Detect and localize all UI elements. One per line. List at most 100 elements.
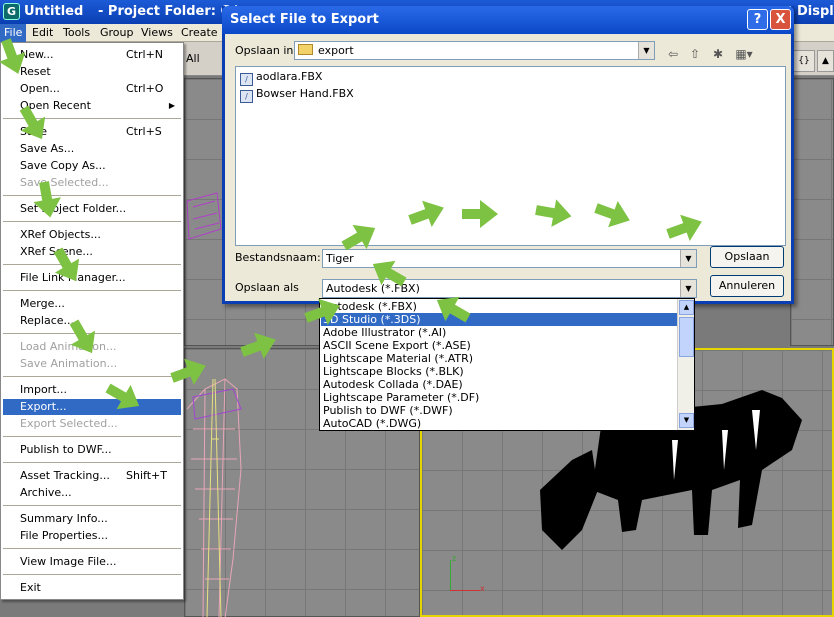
file-type-option[interactable]: Publish to DWF (*.DWF) [321, 404, 678, 417]
filename-input[interactable]: Tiger ▼ [322, 249, 697, 268]
menu-item-save-copy-as[interactable]: Save Copy As... [3, 158, 181, 174]
chevron-down-icon[interactable]: ▼ [638, 42, 654, 59]
menu-file[interactable]: File [0, 24, 27, 42]
scroll-thumb[interactable] [679, 317, 694, 357]
file-type-dropdown: Autodesk (*.FBX) 3D Studio (*.3DS) Adobe… [319, 298, 695, 431]
menu-views[interactable]: Views [141, 26, 173, 39]
menu-item-xref-objects[interactable]: XRef Objects... [3, 227, 181, 243]
menu-group[interactable]: Group [100, 26, 134, 39]
menu-item-summary-info[interactable]: Summary Info... [3, 511, 181, 527]
app-window: G Untitled - Project Folder: C:\ Displa … [0, 0, 834, 617]
menu-separator [3, 333, 181, 334]
menu-separator [3, 574, 181, 575]
menu-item-export[interactable]: Export... [3, 399, 181, 415]
app-title-project: - Project Folder: C:\ [98, 4, 240, 19]
filename-label: Bestandsnaam: [235, 251, 321, 264]
menu-item-save-as[interactable]: Save As... [3, 141, 181, 157]
menu-item-open-recent[interactable]: Open Recent ▶ [3, 98, 181, 114]
menu-separator [3, 118, 181, 119]
chevron-down-icon[interactable]: ▼ [680, 280, 696, 297]
menu-item-archive[interactable]: Archive... [3, 485, 181, 501]
menu-item-load-animation: Load Animation... [20, 340, 117, 353]
file-type-option[interactable]: Adobe Illustrator (*.AI) [321, 326, 678, 339]
menu-separator [3, 221, 181, 222]
menu-item-set-project-folder[interactable]: Set Project Folder... [3, 201, 181, 217]
menu-item-view-image-file[interactable]: View Image File... [3, 554, 181, 570]
up-folder-icon[interactable]: ⇧ [685, 46, 705, 62]
back-icon[interactable]: ⇦ [663, 46, 683, 62]
file-list: / aodlara.FBX / Bowser Hand.FBX [235, 66, 786, 246]
savetype-label: Opslaan als [235, 281, 299, 294]
file-item[interactable]: / aodlara.FBX [240, 69, 322, 86]
dropdown-scrollbar[interactable]: ▲ ▼ [677, 299, 694, 430]
cancel-button[interactable]: Annuleren [710, 275, 784, 297]
menu-edit[interactable]: Edit [32, 26, 53, 39]
save-in-label: Opslaan in: [235, 44, 298, 57]
file-menu: New... Ctrl+N Reset Open... Ctrl+O Open Re… [0, 42, 184, 600]
menu-item-open[interactable]: Open... Ctrl+O [3, 81, 181, 97]
save-in-combo[interactable]: export ▼ [294, 41, 655, 60]
axis-x-line [450, 590, 480, 591]
selection-filter[interactable]: All [186, 52, 200, 65]
viewport-right[interactable] [790, 78, 834, 346]
menu-item-new[interactable]: New... Ctrl+N [3, 47, 181, 63]
menu-item-file-properties[interactable]: File Properties... [3, 528, 181, 544]
app-logo-icon[interactable]: G [3, 3, 20, 20]
file-type-option[interactable]: Lightscape Material (*.ATR) [321, 352, 678, 365]
new-folder-icon[interactable]: ✱ [708, 46, 728, 62]
file-type-option[interactable]: Lightscape Parameter (*.DF) [321, 391, 678, 404]
axis-z-label: z [452, 554, 457, 563]
save-in-value: export [318, 44, 354, 57]
fbx-file-icon: / [240, 73, 253, 86]
menu-item-save-animation: Save Animation... [20, 357, 118, 370]
file-type-option[interactable]: Autodesk Collada (*.DAE) [321, 378, 678, 391]
folder-icon [298, 44, 313, 55]
menu-item-asset-tracking[interactable]: Asset Tracking... Shift+T [3, 468, 181, 484]
menu-item-export-selected: Export Selected... [20, 417, 118, 430]
menu-item-publish-dwf[interactable]: Publish to DWF... [3, 442, 181, 458]
scroll-down-icon[interactable]: ▼ [679, 413, 694, 428]
abc-tool-icon[interactable]: {} [793, 50, 815, 72]
menu-item-replace[interactable]: Replace... [3, 313, 181, 329]
menu-item-file-link-manager[interactable]: File Link Manager... [3, 270, 181, 286]
menu-item-merge[interactable]: Merge... [3, 296, 181, 312]
help-button[interactable]: ? [747, 9, 768, 30]
menu-item-save[interactable]: Save Ctrl+S [3, 124, 181, 140]
menu-item-save-selected: Save Selected... [20, 176, 109, 189]
fbx-file-icon: / [240, 90, 253, 103]
chevron-down-icon[interactable]: ▼ [680, 250, 696, 267]
pointer-tool-icon[interactable]: ▲ [817, 50, 834, 72]
submenu-arrow-icon: ▶ [168, 101, 175, 110]
menu-tools[interactable]: Tools [63, 26, 90, 39]
menu-separator [3, 505, 181, 506]
menu-separator [3, 462, 181, 463]
menu-separator [3, 436, 181, 437]
menu-item-xref-scene[interactable]: XRef Scene... [3, 244, 181, 260]
menu-create[interactable]: Create [181, 26, 218, 39]
export-dialog: Select File to Export ? X Opslaan in: ex… [222, 6, 794, 304]
file-type-option[interactable]: Autodesk (*.FBX) [321, 300, 678, 313]
file-type-option[interactable]: AutoCAD (*.DWG) [321, 417, 678, 430]
dialog-title: Select File to Export [222, 6, 794, 34]
view-menu-icon[interactable]: ▦▾ [731, 46, 757, 62]
menu-item-import[interactable]: Import... [3, 382, 181, 398]
app-title-right: Displa [797, 4, 834, 19]
file-type-option[interactable]: ASCII Scene Export (*.ASE) [321, 339, 678, 352]
menu-separator [3, 195, 181, 196]
axis-y-line [450, 560, 451, 590]
menu-item-reset[interactable]: Reset [3, 64, 181, 80]
app-title-untitled: Untitled [24, 4, 84, 19]
menu-separator [3, 376, 181, 377]
file-item[interactable]: / Bowser Hand.FBX [240, 86, 354, 103]
scroll-up-icon[interactable]: ▲ [679, 300, 694, 315]
close-button[interactable]: X [770, 9, 791, 30]
menu-item-exit[interactable]: Exit [3, 580, 181, 596]
save-button[interactable]: Opslaan [710, 246, 784, 268]
file-type-option[interactable]: 3D Studio (*.3DS) [321, 313, 678, 326]
axis-x-label: x [480, 584, 485, 593]
menu-separator [3, 264, 181, 265]
savetype-select[interactable]: Autodesk (*.FBX) ▼ [322, 279, 697, 298]
menu-separator [3, 548, 181, 549]
menu-separator [3, 290, 181, 291]
file-type-option[interactable]: Lightscape Blocks (*.BLK) [321, 365, 678, 378]
